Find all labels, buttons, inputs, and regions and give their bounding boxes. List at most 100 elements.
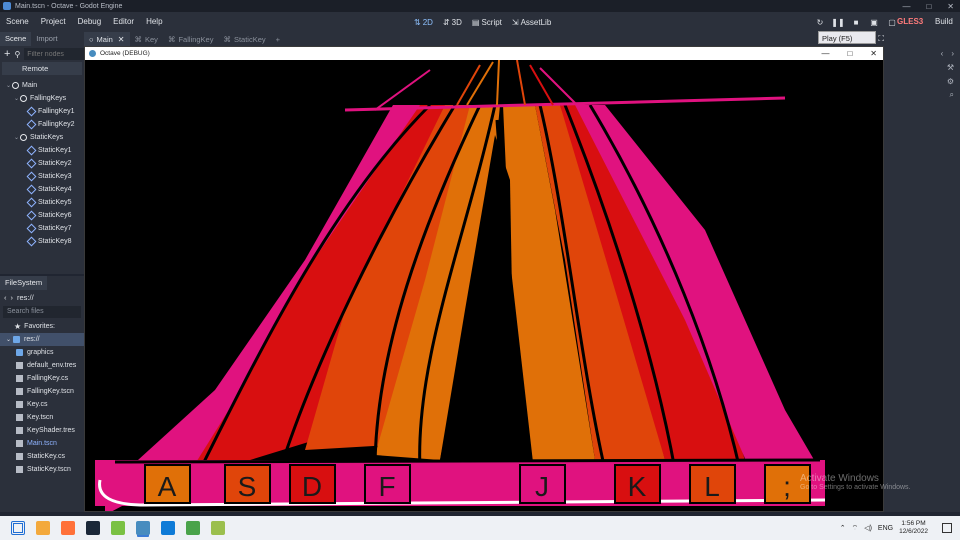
steam-icon[interactable] bbox=[86, 521, 100, 535]
next-icon[interactable]: › bbox=[951, 49, 954, 58]
tree-item[interactable]: StaticKey6 bbox=[0, 209, 84, 222]
forward-arrow-icon[interactable]: › bbox=[11, 293, 14, 302]
file-item[interactable]: Main.tscn bbox=[0, 437, 84, 450]
remote-button[interactable]: Remote bbox=[2, 62, 82, 75]
search-icon[interactable]: ⌕ bbox=[950, 90, 954, 100]
menu-debug[interactable]: Debug bbox=[72, 12, 108, 32]
back-arrow-icon[interactable]: ‹ bbox=[4, 293, 7, 302]
link-icon[interactable]: ⚲ bbox=[14, 50, 20, 59]
tree-item[interactable]: StaticKey5 bbox=[0, 196, 84, 209]
sprite-icon bbox=[26, 184, 37, 195]
file-item[interactable]: graphics bbox=[0, 346, 84, 359]
tree-item[interactable]: StaticKey1 bbox=[0, 144, 84, 157]
play-scene-icon[interactable]: ▣ bbox=[868, 16, 880, 28]
favorites[interactable]: ★ Favorites: bbox=[0, 320, 84, 333]
tree-item[interactable]: ⌄ Main bbox=[0, 79, 84, 92]
play-tooltip: Play (F5) bbox=[818, 31, 876, 44]
file-item[interactable]: FallingKey.tscn bbox=[0, 385, 84, 398]
add-node-icon[interactable]: + bbox=[4, 48, 10, 60]
sprite-icon bbox=[26, 236, 37, 247]
build-button[interactable]: Build bbox=[935, 12, 953, 32]
static-key: S bbox=[224, 464, 271, 504]
2d-icon: ⇅ bbox=[414, 17, 421, 27]
clock[interactable]: 1:56 PM 12/6/2022 bbox=[899, 520, 928, 536]
tree-item[interactable]: FallingKey2 bbox=[0, 118, 84, 131]
file-explorer-icon[interactable] bbox=[36, 521, 50, 535]
firefox-icon[interactable] bbox=[61, 521, 75, 535]
add-scene-tab-icon[interactable]: + bbox=[271, 32, 285, 46]
scene-tab[interactable]: ⌘ FallingKey bbox=[163, 32, 219, 46]
sprite-icon bbox=[26, 171, 37, 182]
menu-project[interactable]: Project bbox=[35, 12, 72, 32]
script-button[interactable]: ▤ Script bbox=[472, 18, 502, 27]
3d-button[interactable]: ⇵ 3D bbox=[443, 18, 462, 27]
prev-icon[interactable]: ‹ bbox=[941, 49, 944, 58]
tree-item[interactable]: StaticKey3 bbox=[0, 170, 84, 183]
close-button[interactable]: ✕ bbox=[947, 2, 954, 11]
file-item[interactable]: StaticKey.cs bbox=[0, 450, 84, 463]
tree-item[interactable]: StaticKey2 bbox=[0, 157, 84, 170]
app-icon[interactable] bbox=[111, 521, 125, 535]
paint-icon[interactable] bbox=[186, 521, 200, 535]
sprite-icon bbox=[26, 223, 37, 234]
tree-item[interactable]: StaticKey4 bbox=[0, 183, 84, 196]
file-icon bbox=[16, 453, 23, 460]
tree-item[interactable]: StaticKey7 bbox=[0, 222, 84, 235]
tab-filesystem[interactable]: FileSystem bbox=[0, 276, 48, 290]
game-window[interactable]: Octave (DEBUG) — □ ✕ A S D F J K L ; bbox=[84, 46, 884, 512]
renderer-selector[interactable]: GLES3 bbox=[897, 12, 923, 32]
notification-icon[interactable] bbox=[942, 523, 952, 533]
tray-chevron-icon[interactable]: ⌃ bbox=[840, 524, 846, 532]
file-icon bbox=[16, 466, 23, 473]
pause-icon[interactable]: ❚❚ bbox=[831, 16, 844, 28]
play-icon[interactable]: ↻ bbox=[814, 16, 826, 28]
network-icon[interactable]: ⌔ bbox=[852, 524, 859, 533]
tab-scene[interactable]: Scene bbox=[0, 32, 32, 46]
filesystem-dock: FileSystem ‹ › res:// Search files ★ Fav… bbox=[0, 276, 84, 512]
minimize-button[interactable]: — bbox=[902, 2, 910, 11]
scene-tab[interactable]: ⌘ Key bbox=[130, 32, 163, 46]
volume-icon[interactable]: ◁) bbox=[864, 524, 872, 532]
game-viewport[interactable]: A S D F J K L; bbox=[85, 60, 883, 511]
file-icon bbox=[16, 375, 23, 382]
tree-item-label: StaticKey6 bbox=[38, 212, 72, 219]
godot-icon[interactable] bbox=[136, 521, 150, 535]
search-files-input[interactable]: Search files bbox=[3, 306, 81, 318]
maximize-button[interactable]: □ bbox=[926, 2, 931, 11]
2d-button[interactable]: ⇅ 2D bbox=[414, 18, 433, 27]
key-letter: S bbox=[238, 471, 257, 502]
tree-item[interactable]: ⌄ StaticKeys bbox=[0, 131, 84, 144]
file-item-label: FallingKey.cs bbox=[27, 375, 69, 382]
close-tab-icon[interactable]: ✕ bbox=[118, 35, 125, 44]
settings-icon[interactable]: ⚙ bbox=[947, 77, 954, 86]
stop-icon[interactable]: ■ bbox=[850, 16, 862, 28]
file-item[interactable]: default_env.tres bbox=[0, 359, 84, 372]
tree-item[interactable]: ⌄ FallingKeys bbox=[0, 92, 84, 105]
file-item[interactable]: FallingKey.cs bbox=[0, 372, 84, 385]
start-icon[interactable] bbox=[11, 521, 25, 535]
game-maximize-button[interactable]: □ bbox=[847, 49, 852, 58]
game-minimize-button[interactable]: — bbox=[821, 49, 829, 58]
file-item[interactable]: KeyShader.tres bbox=[0, 424, 84, 437]
tool-icon[interactable]: ⚒ bbox=[947, 63, 954, 72]
game-close-button[interactable]: ✕ bbox=[870, 49, 877, 58]
file-item[interactable]: StaticKey.tscn bbox=[0, 463, 84, 476]
language-indicator[interactable]: ENG bbox=[878, 525, 893, 532]
tab-import[interactable]: Import bbox=[31, 32, 62, 46]
assetlib-button[interactable]: ⇲ AssetLib bbox=[512, 18, 551, 27]
file-item[interactable]: Key.cs bbox=[0, 398, 84, 411]
distraction-free-icon[interactable]: ⛶ bbox=[878, 34, 884, 44]
menu-editor[interactable]: Editor bbox=[107, 12, 140, 32]
tree-item[interactable]: FallingKey1 bbox=[0, 105, 84, 118]
sprite-icon: ⌘ bbox=[134, 34, 143, 44]
visual-studio-icon[interactable] bbox=[161, 521, 175, 535]
notepad-icon[interactable] bbox=[211, 521, 225, 535]
current-path[interactable]: res:// bbox=[17, 293, 34, 302]
res-root[interactable]: ⌄ res:// bbox=[0, 333, 84, 346]
menu-help[interactable]: Help bbox=[140, 12, 168, 32]
menu-scene[interactable]: Scene bbox=[0, 12, 35, 32]
file-item[interactable]: Key.tscn bbox=[0, 411, 84, 424]
scene-tab[interactable]: ⌘ StaticKey bbox=[218, 32, 270, 46]
scene-tab[interactable]: ○ Main ✕ bbox=[84, 32, 130, 46]
tree-item[interactable]: StaticKey8 bbox=[0, 235, 84, 248]
